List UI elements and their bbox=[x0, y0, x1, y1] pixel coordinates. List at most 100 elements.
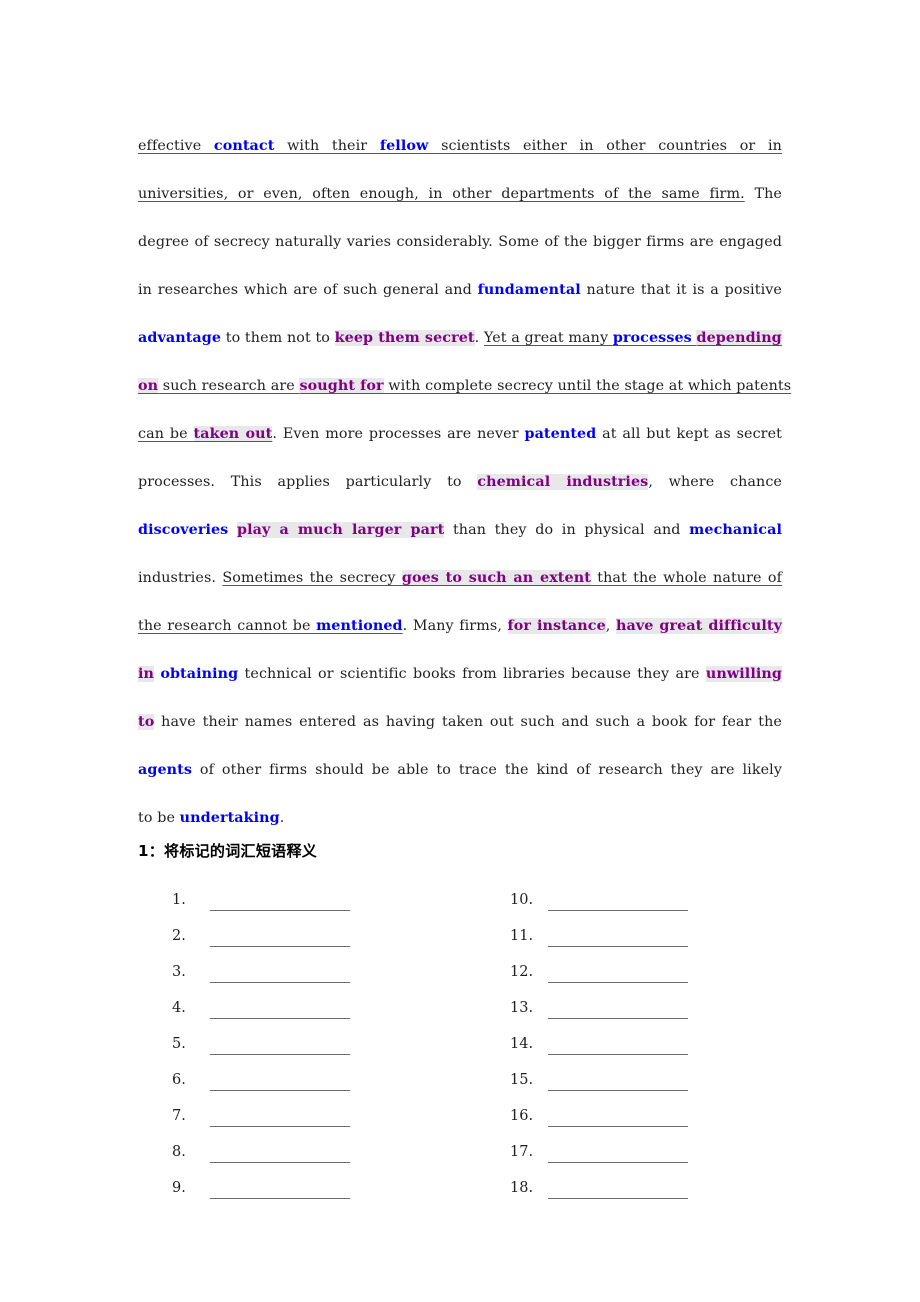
vocab-phrase-purple: in bbox=[138, 666, 155, 682]
passage-text: effective bbox=[138, 138, 214, 154]
passage-text: scientists either in other countries or … bbox=[428, 138, 782, 154]
answer-row: 15. bbox=[510, 1062, 688, 1098]
document-page: effective contact with their fellow scie… bbox=[0, 0, 920, 1302]
vocab-phrase-purple: play a much larger part bbox=[236, 522, 445, 538]
passage-text: have their names entered as having taken… bbox=[154, 714, 782, 730]
passage-text: in researches which are of such general … bbox=[138, 282, 478, 298]
answer-blank-field[interactable] bbox=[548, 1034, 688, 1055]
reading-passage: effective contact with their fellow scie… bbox=[138, 122, 791, 842]
passage-text: can be bbox=[138, 426, 194, 442]
answer-row: 10. bbox=[510, 882, 688, 918]
vocab-term-blue: fundamental bbox=[477, 282, 581, 298]
exercise-heading: 1：将标记的词汇短语释义 bbox=[138, 842, 318, 860]
vocab-term-blue: undertaking bbox=[179, 810, 280, 826]
answer-blank-field[interactable] bbox=[210, 1106, 350, 1127]
passage-text: . bbox=[474, 330, 484, 346]
passage-text: of other firms should be able to trace t… bbox=[192, 762, 782, 778]
answer-number: 10. bbox=[510, 892, 534, 908]
answer-row: 12. bbox=[510, 954, 688, 990]
answer-row: 2. bbox=[172, 918, 350, 954]
answer-blank-field[interactable] bbox=[210, 998, 350, 1019]
answer-row: 9. bbox=[172, 1170, 350, 1206]
answer-number: 7. bbox=[172, 1108, 186, 1124]
answer-blank-field[interactable] bbox=[548, 962, 688, 983]
vocab-term-blue: mentioned bbox=[316, 618, 403, 634]
answer-number: 6. bbox=[172, 1072, 186, 1088]
answer-number: 3. bbox=[172, 964, 186, 980]
answer-blank-field[interactable] bbox=[210, 1034, 350, 1055]
answer-row: 5. bbox=[172, 1026, 350, 1062]
answer-number: 5. bbox=[172, 1036, 186, 1052]
passage-line: degree of secrecy naturally varies consi… bbox=[138, 218, 782, 266]
answer-blank-field[interactable] bbox=[210, 962, 350, 983]
answer-number: 9. bbox=[172, 1180, 186, 1196]
vocab-phrase-purple: on bbox=[138, 378, 159, 394]
answer-number: 4. bbox=[172, 1000, 186, 1016]
vocab-term-blue: agents bbox=[138, 762, 193, 778]
vocab-phrase-purple: depending bbox=[696, 330, 782, 346]
passage-line: industries. Sometimes the secrecy goes t… bbox=[138, 554, 782, 602]
answer-blank-field[interactable] bbox=[210, 1070, 350, 1091]
passage-line: on such research are sought for with com… bbox=[138, 362, 791, 410]
answer-row: 14. bbox=[510, 1026, 688, 1062]
answer-blank-field[interactable] bbox=[210, 890, 350, 911]
passage-line: discoveries play a much larger part than… bbox=[138, 506, 782, 554]
answer-blank-field[interactable] bbox=[210, 926, 350, 947]
vocab-term-blue: obtaining bbox=[160, 666, 239, 682]
answer-number: 11. bbox=[510, 928, 534, 944]
answer-blank-field[interactable] bbox=[548, 1106, 688, 1127]
passage-line: the research cannot be mentioned. Many f… bbox=[138, 602, 782, 650]
answer-blank-field[interactable] bbox=[548, 998, 688, 1019]
answer-blank-field[interactable] bbox=[210, 1142, 350, 1163]
answer-blank-field[interactable] bbox=[548, 926, 688, 947]
answer-blank-field[interactable] bbox=[548, 1070, 688, 1091]
answer-blank-field[interactable] bbox=[210, 1178, 350, 1199]
passage-text: processes. This applies particularly to bbox=[138, 474, 478, 490]
vocab-phrase-purple: for instance bbox=[507, 618, 606, 634]
passage-text: the research cannot be bbox=[138, 618, 317, 634]
vocab-term-blue: discoveries bbox=[138, 522, 229, 538]
passage-line: in researches which are of such general … bbox=[138, 266, 782, 314]
answer-row: 17. bbox=[510, 1134, 688, 1170]
answer-number: 12. bbox=[510, 964, 534, 980]
passage-text: , where chance bbox=[648, 474, 782, 490]
answer-row: 11. bbox=[510, 918, 688, 954]
passage-line: universities, or even, often enough, in … bbox=[138, 170, 782, 218]
answer-number: 14. bbox=[510, 1036, 534, 1052]
vocab-term-blue: contact bbox=[213, 138, 275, 154]
vocab-term-blue: fellow bbox=[379, 138, 429, 154]
vocab-phrase-purple: keep them secret bbox=[334, 330, 475, 346]
vocab-phrase-purple: have great difficulty bbox=[615, 618, 782, 634]
answer-row: 6. bbox=[172, 1062, 350, 1098]
passage-text bbox=[228, 522, 237, 538]
passage-text: such research are bbox=[158, 378, 300, 394]
passage-line: advantage to them not to keep them secre… bbox=[138, 314, 782, 362]
passage-line: processes. This applies particularly to … bbox=[138, 458, 782, 506]
answer-number: 1. bbox=[172, 892, 186, 908]
answer-row: 13. bbox=[510, 990, 688, 1026]
passage-text: nature that it is a positive bbox=[580, 282, 782, 298]
passage-text: that the whole nature of bbox=[590, 570, 783, 586]
passage-line: can be taken out. Even more processes ar… bbox=[138, 410, 782, 458]
answer-blank-field[interactable] bbox=[548, 1142, 688, 1163]
passage-text: universities, or even, often enough, in … bbox=[138, 186, 745, 202]
answer-number: 2. bbox=[172, 928, 186, 944]
passage-line: effective contact with their fellow scie… bbox=[138, 122, 782, 170]
passage-text: degree of secrecy naturally varies consi… bbox=[138, 234, 783, 250]
answer-row: 18. bbox=[510, 1170, 688, 1206]
answer-row: 3. bbox=[172, 954, 350, 990]
answer-list-left-column: 1. 2. 3. 4. 5. 6. 7. 8. 9. bbox=[172, 882, 350, 1206]
vocab-term-blue: advantage bbox=[138, 330, 222, 346]
vocab-phrase-purple: goes to such an extent bbox=[401, 570, 591, 586]
passage-text: Sometimes the secrecy bbox=[222, 570, 402, 586]
passage-text: with complete secrecy until the stage at… bbox=[383, 378, 792, 394]
vocab-phrase-purple: taken out bbox=[193, 426, 273, 442]
answer-blank-field[interactable] bbox=[548, 1178, 688, 1199]
answer-row: 1. bbox=[172, 882, 350, 918]
passage-line: to have their names entered as having ta… bbox=[138, 698, 782, 746]
passage-text: industries. bbox=[138, 570, 223, 586]
passage-text: than they do in physical and bbox=[444, 522, 690, 538]
vocab-term-blue: patented bbox=[524, 426, 597, 442]
answer-blank-field[interactable] bbox=[548, 890, 688, 911]
passage-text: to be bbox=[138, 810, 180, 826]
